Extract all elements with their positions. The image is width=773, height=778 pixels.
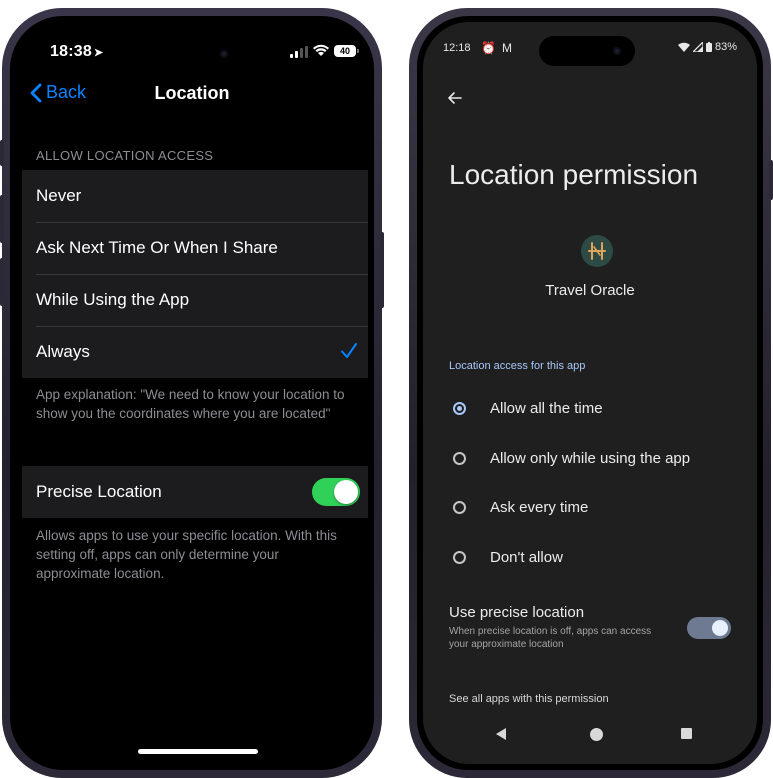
alarm-icon: ⏰ (481, 41, 496, 55)
travel-oracle-logo-icon (581, 235, 613, 267)
ios-status-bar: 18:38 ➤ 40 (16, 22, 368, 72)
toggle-knob (712, 620, 728, 636)
nav-home-icon[interactable] (590, 728, 603, 741)
see-all-apps-link[interactable]: See all apps with this permission (449, 693, 609, 705)
toggle-knob (334, 480, 358, 504)
ios-navigation-bar: Back Location (16, 82, 368, 112)
ios-screen: 18:38 ➤ 40 Back Location ALLOW LOCATION … (16, 22, 368, 764)
precise-location-title: Use precise location (449, 604, 585, 621)
cellular-signal-icon (290, 46, 308, 58)
wifi-icon (677, 42, 690, 52)
option-ask-next-time[interactable]: Ask Next Time Or When I Share (22, 222, 368, 274)
radio-unselected-icon (453, 500, 466, 514)
app-logo-glyph (588, 242, 606, 260)
option-while-using[interactable]: While Using the App (22, 274, 368, 326)
radio-selected-icon (453, 401, 466, 415)
status-time: 18:38 ➤ (50, 43, 103, 61)
option-label: Allow all the time (490, 399, 603, 417)
checkmark-icon (341, 343, 357, 358)
option-label: Don't allow (490, 548, 563, 566)
android-bezel: 12:18 ⏰ M 83% Location permission Travel… (417, 16, 763, 770)
precise-location-toggle[interactable] (687, 617, 731, 639)
section-header: ALLOW LOCATION ACCESS (36, 148, 214, 163)
option-label: Never (36, 186, 82, 205)
android-phone-frame: 12:18 ⏰ M 83% Location permission Travel… (409, 8, 771, 778)
page-title: Location permission (449, 159, 699, 190)
nav-back-icon[interactable] (495, 728, 507, 740)
precise-location-row: Precise Location (22, 466, 368, 518)
precise-location-toggle[interactable] (312, 478, 360, 506)
precise-location-group: Precise Location (22, 466, 368, 518)
back-arrow-icon[interactable] (445, 88, 465, 108)
cellular-signal-icon (692, 42, 703, 52)
action-button (0, 140, 4, 166)
android-navigation-bar (423, 710, 757, 764)
power-button (380, 232, 384, 308)
option-label: Ask every time (490, 498, 589, 516)
volume-up-button (0, 195, 4, 243)
ios-phone-frame: 18:38 ➤ 40 Back Location ALLOW LOCATION … (2, 8, 382, 778)
location-arrow-icon: ➤ (93, 47, 104, 59)
volume-down-button (0, 258, 4, 306)
nav-recents-icon[interactable] (681, 728, 692, 739)
status-time: 12:18 (443, 42, 471, 54)
gmail-icon: M (501, 41, 512, 55)
app-name: Travel Oracle (545, 282, 635, 299)
section-label: Location access for this app (449, 360, 586, 372)
precise-location-footer: Allows apps to use your specific locatio… (36, 528, 337, 581)
precise-location-subtitle: When precise location is off, apps can a… (449, 626, 652, 650)
option-dont-allow[interactable]: Don't allow (453, 542, 753, 572)
radio-unselected-icon (453, 451, 466, 465)
precise-location-label: Precise Location (36, 482, 162, 501)
option-label: While Using the App (36, 290, 190, 309)
location-access-options: Never Ask Next Time Or When I Share Whil… (22, 170, 368, 378)
option-allow-all-the-time[interactable]: Allow all the time (453, 393, 753, 423)
option-label: Ask Next Time Or When I Share (36, 238, 278, 257)
wifi-icon (313, 44, 329, 56)
android-screen: 12:18 ⏰ M 83% Location permission Travel… (423, 22, 757, 764)
notification-icons: ⏰ M (481, 41, 512, 55)
battery-icon (705, 42, 712, 52)
app-explanation: App explanation: "We need to know your l… (36, 387, 345, 421)
option-label: Always (36, 342, 90, 361)
option-always[interactable]: Always (22, 326, 368, 378)
option-allow-while-using[interactable]: Allow only while using the app (453, 443, 753, 473)
android-status-bar: 12:18 ⏰ M 83% (423, 22, 757, 62)
page-title: Location (154, 83, 230, 103)
option-never[interactable]: Never (22, 170, 368, 222)
battery-percentage: 83% (714, 41, 737, 53)
home-indicator[interactable] (138, 749, 258, 754)
system-icons: 83% (677, 41, 737, 53)
status-time-text: 18:38 (50, 43, 92, 60)
option-ask-every-time[interactable]: Ask every time (453, 492, 753, 522)
battery-indicator: 40 (334, 45, 359, 57)
option-label: Allow only while using the app (490, 449, 691, 467)
ios-bezel: 18:38 ➤ 40 Back Location ALLOW LOCATION … (10, 16, 374, 770)
android-power-button (769, 160, 773, 200)
radio-unselected-icon (453, 550, 466, 564)
